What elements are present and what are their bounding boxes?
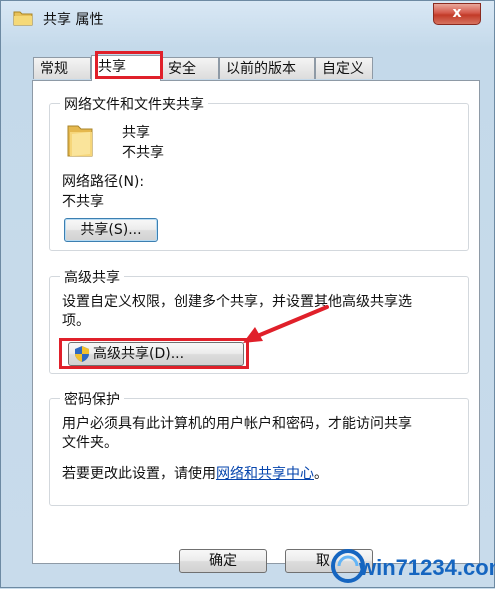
password-protection-group: 密码保护 用户必须具有此计算机的用户帐户和密码，才能访问共享 文件夹。 若要更改… <box>49 389 469 506</box>
folder-name: 共享 <box>122 125 150 141</box>
window-title: 共享 属性 <box>43 12 104 28</box>
tab-highlight-box <box>95 51 163 79</box>
password-description-1: 用户必须具有此计算机的用户帐户和密码，才能访问共享 <box>62 416 412 432</box>
share-button[interactable]: 共享(S)... <box>64 218 158 242</box>
password-protection-title: 密码保护 <box>60 389 124 409</box>
change-prefix: 若要更改此设置，请使用 <box>62 466 216 482</box>
tab-label: 常规 <box>40 61 68 77</box>
red-arrow-icon <box>243 305 329 343</box>
tab-customize[interactable]: 自定义 <box>315 57 373 79</box>
password-change-instruction: 若要更改此设置，请使用网络和共享中心。 <box>62 463 328 483</box>
network-sharing-title: 网络文件和文件夹共享 <box>60 94 208 114</box>
tab-general[interactable]: 常规 <box>33 57 91 79</box>
ok-button[interactable]: 确定 <box>179 549 267 573</box>
advanced-button-highlight-box <box>59 338 249 369</box>
tab-label: 安全 <box>168 61 196 77</box>
folder-share-status: 不共享 <box>122 145 164 161</box>
network-sharing-center-link[interactable]: 网络和共享中心 <box>216 466 314 482</box>
tab-previous-versions[interactable]: 以前的版本 <box>219 57 315 79</box>
password-description-2: 文件夹。 <box>62 435 118 451</box>
advanced-sharing-title: 高级共享 <box>60 267 124 287</box>
shared-folder-icon <box>67 125 93 157</box>
tab-label: 自定义 <box>322 61 364 77</box>
folder-icon <box>13 11 33 26</box>
site-watermark: win71234.com <box>331 539 495 589</box>
tab-security[interactable]: 安全 <box>161 57 219 79</box>
network-path-label: 网络路径(N): <box>62 174 145 190</box>
close-button[interactable]: x <box>433 3 481 25</box>
network-sharing-group: 网络文件和文件夹共享 共享 不共享 网络路径(N): 不共享 共享(S)... <box>49 94 469 251</box>
advanced-sharing-description-2: 项。 <box>62 313 90 329</box>
properties-window: 共享 属性 x 常规 共享 安全 以前的版本 自定义 网络文件和文件夹共享 共享… <box>0 0 495 588</box>
tab-label: 以前的版本 <box>226 61 296 77</box>
title-bar: 共享 属性 x <box>1 1 494 35</box>
network-path-value: 不共享 <box>62 194 104 210</box>
change-suffix: 。 <box>314 466 328 482</box>
watermark-text: win71234.com <box>359 555 495 580</box>
advanced-sharing-description-1: 设置自定义权限，创建多个共享，并设置其他高级共享选 <box>62 294 412 310</box>
